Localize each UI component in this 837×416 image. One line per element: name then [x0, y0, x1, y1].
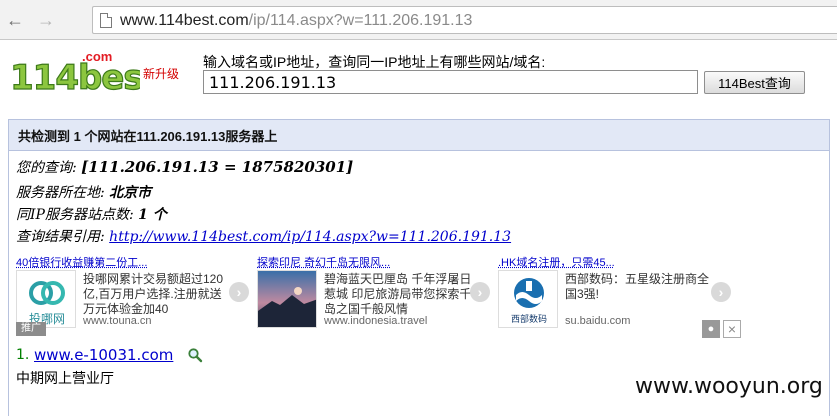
ad-title[interactable]: 探索印尼 奇幻千岛无限风... [257, 254, 390, 270]
ad-url[interactable]: su.baidu.com [565, 315, 630, 327]
ad-thumb-label: 西部数码 [511, 313, 547, 325]
location-label: 服务器所在地: [16, 185, 110, 201]
browser-toolbar: ← → www.114best.com/ip/114.aspx?w=111.20… [0, 0, 837, 40]
arrow-right-icon[interactable]: → [35, 9, 57, 31]
site-logo[interactable]: .com 114best [8, 48, 140, 94]
chevron-right-icon[interactable]: › [470, 282, 490, 302]
cite-link[interactable]: http://www.114best.com/ip/114.aspx?w=111… [109, 229, 511, 245]
paw-icon[interactable]: ● [702, 320, 720, 338]
site-count-label: 同IP服务器站点数: [16, 207, 139, 223]
location-value: 北京市 [109, 185, 152, 201]
watermark: www.wooyun.org [632, 374, 826, 399]
cite-line: 查询结果引用: http://www.114best.com/ip/114.as… [16, 226, 511, 246]
logo-text: 114best [10, 58, 140, 94]
ad-description[interactable]: 投哪网累计交易额超过120亿,百万用户选择.注册就送万元体验金加40 [83, 272, 233, 317]
result-number: 1. [16, 347, 30, 363]
ad-item[interactable]: 40倍银行收益赚第二份工... 投哪网 投哪网累计交易额超过120亿,百万用户选… [16, 254, 256, 334]
magnifier-icon[interactable] [187, 347, 203, 363]
query-value: [111.206.191.13 = 1875820301] [81, 158, 354, 176]
page-icon [100, 13, 112, 28]
url-host: www.114best.com [120, 12, 249, 29]
ad-item[interactable]: 探索印尼 奇幻千岛无限风... 碧海蓝天巴厘岛 千年浮屠日惹城 印尼旅游局带您探… [257, 254, 497, 334]
address-bar[interactable]: www.114best.com/ip/114.aspx?w=111.206.19… [92, 6, 837, 34]
search-button[interactable]: 114Best查询 [704, 71, 805, 94]
ad-thumbnail[interactable]: 投哪网 [16, 270, 76, 328]
ad-description[interactable]: 碧海蓝天巴厘岛 千年浮屠日惹城 印尼旅游局带您探索千岛之国千般风情 [324, 272, 474, 317]
cite-label: 查询结果引用: [16, 229, 110, 245]
query-label: 您的查询: [16, 160, 82, 176]
ad-description[interactable]: 西部数码：五星级注册商全国3强! [565, 272, 715, 302]
arrow-left-icon[interactable]: ← [4, 9, 26, 31]
site-name: 中期网上营业厅 [16, 370, 114, 386]
close-icon[interactable]: × [723, 320, 741, 338]
search-hint: 输入域名或IP地址，查询同一IP地址上有哪些网站/域名: [203, 54, 546, 70]
new-version-tag: 新升级 [143, 67, 180, 81]
ad-thumbnail[interactable]: 西部数码 [498, 270, 558, 328]
chevron-right-icon[interactable]: › [711, 282, 731, 302]
site-count-line: 同IP服务器站点数: 1 个 [16, 204, 167, 224]
result-summary: 共检测到 1 个网站在111.206.191.13服务器上 [8, 119, 830, 151]
search-input[interactable] [203, 70, 698, 94]
chevron-right-icon[interactable]: › [229, 282, 249, 302]
ad-title[interactable]: 40倍银行收益赚第二份工... [16, 254, 147, 270]
location-line: 服务器所在地: 北京市 [16, 182, 151, 202]
site-domain-link[interactable]: www.e-10031.com [34, 346, 173, 364]
query-line: 您的查询: [111.206.191.13 = 1875820301] [16, 157, 353, 177]
ad-thumbnail[interactable] [257, 270, 317, 328]
ad-url[interactable]: www.touna.cn [83, 315, 151, 327]
ad-url[interactable]: www.indonesia.travel [324, 315, 427, 327]
promo-tag: 推广 [16, 322, 46, 336]
address-text: www.114best.com/ip/114.aspx?w=111.206.19… [120, 12, 472, 30]
url-path: /ip/114.aspx?w=111.206.191.13 [248, 12, 473, 29]
site-count-value: 1 个 [138, 207, 167, 223]
ad-title[interactable]: .HK域名注册，只需45... [498, 254, 615, 270]
